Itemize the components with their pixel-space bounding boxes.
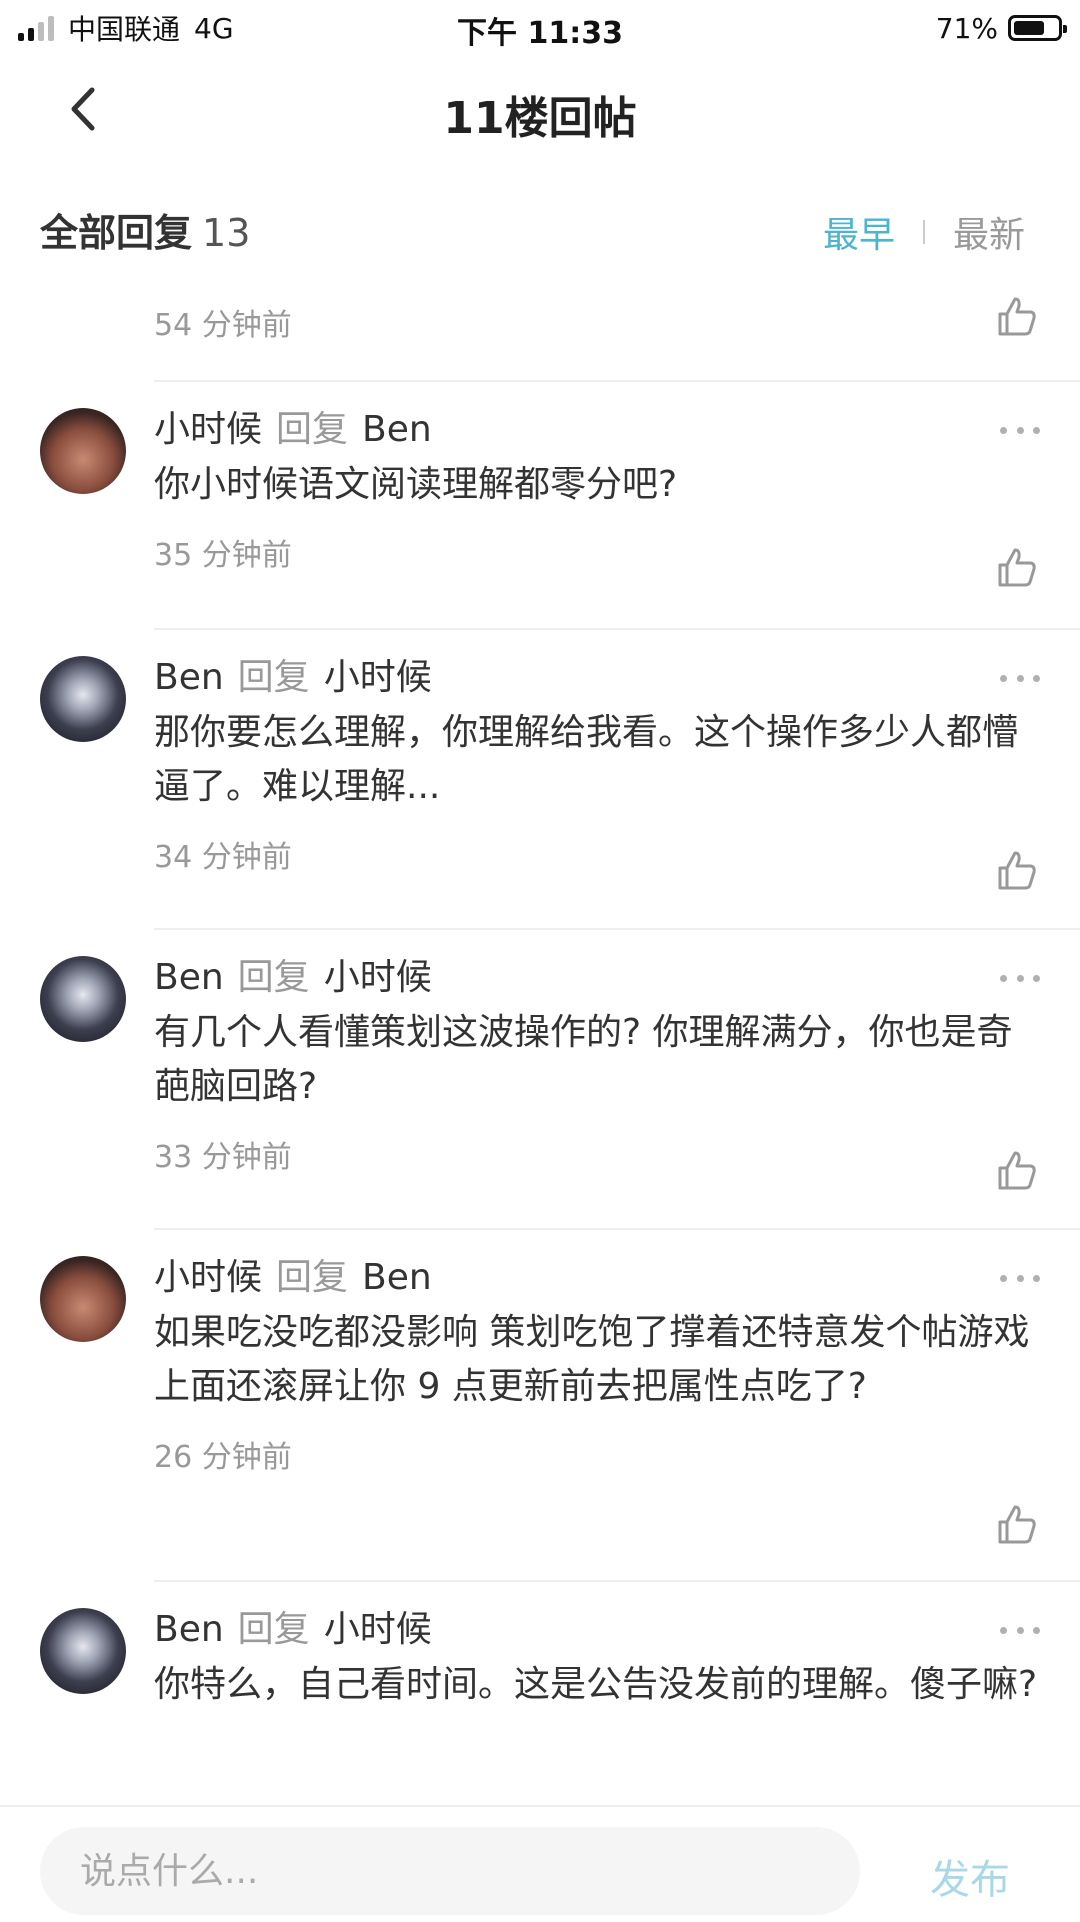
avatar[interactable] (40, 408, 126, 494)
page-title: 11楼回帖 (443, 93, 637, 144)
sort-latest-tab[interactable]: 最新 (953, 206, 1025, 258)
avatar[interactable] (40, 956, 126, 1042)
status-right: 71% (935, 8, 1067, 48)
sort-toggle: 最早 最新 (823, 206, 1025, 258)
avatar[interactable] (40, 1256, 126, 1342)
comment-author[interactable]: 小时候 (154, 1257, 262, 1298)
replies-title: 全部回复 (40, 211, 193, 255)
comment-author[interactable]: Ben (154, 1609, 224, 1650)
more-icon[interactable] (1000, 415, 1040, 445)
comment-time: 34 分钟前 (154, 840, 292, 875)
comment-time: 54 分钟前 (154, 308, 292, 343)
divider (154, 928, 1080, 930)
comment-time: 26 分钟前 (154, 1440, 292, 1475)
divider (154, 1580, 1080, 1582)
thumbs-up-icon[interactable] (994, 294, 1040, 340)
sort-divider (922, 220, 925, 244)
battery-percent: 71% (935, 11, 998, 45)
publish-button[interactable]: 发布 (930, 1847, 1010, 1905)
avatar[interactable] (40, 656, 126, 742)
replies-header: 全部回复 13 最早 最新 (0, 190, 1080, 260)
reply-bar: 发布 (0, 1805, 1080, 1922)
sort-earliest-tab[interactable]: 最早 (823, 206, 895, 258)
reply-target[interactable]: 小时候 (324, 1609, 432, 1650)
reply-target[interactable]: Ben (362, 1257, 432, 1298)
comment-text: 有几个人看懂策划这波操作的? 你理解满分，你也是奇葩脑回路? (154, 1012, 1013, 1107)
reply-input[interactable] (40, 1827, 860, 1915)
reply-word: 回复 (237, 1609, 310, 1650)
divider (154, 1228, 1080, 1230)
comment-text: 如果吃没吃都没影响 策划吃饱了撑着还特意发个帖游戏上面还滚屏让你 9 点更新前去… (154, 1312, 1030, 1407)
comment-header: Ben 回复 小时候 (154, 1608, 1040, 1652)
clock: 下午 11:33 (457, 16, 623, 51)
comment-author[interactable]: Ben (154, 657, 224, 698)
more-icon[interactable] (1000, 1615, 1040, 1645)
reply-word: 回复 (276, 409, 349, 450)
comment-author[interactable]: Ben (154, 957, 224, 998)
replies-label: 全部回复 13 (40, 202, 250, 257)
reply-target[interactable]: 小时候 (324, 957, 432, 998)
comment-author[interactable]: 小时候 (154, 409, 262, 450)
divider (154, 628, 1080, 630)
comment-text: 那你要怎么理解，你理解给我看。这个操作多少人都懵逼了。难以理解... (154, 712, 1019, 807)
comment-header: Ben 回复 小时候 (154, 956, 1040, 1000)
battery-icon (1008, 15, 1067, 41)
status-bar: 中国联通 4G 下午 11:33 71% (0, 0, 1080, 56)
reply-word: 回复 (237, 657, 310, 698)
comment-text: 你特么，自己看时间。这是公告没发前的理解。傻子嘛? (154, 1664, 1038, 1705)
comment-header: Ben 回复 小时候 (154, 656, 1040, 700)
thumbs-up-icon[interactable] (994, 545, 1040, 591)
more-icon[interactable] (1000, 963, 1040, 993)
replies-count: 13 (202, 211, 251, 255)
reply-target[interactable]: 小时候 (324, 657, 432, 698)
reply-word: 回复 (237, 957, 310, 998)
comment-header: 小时候 回复 Ben (154, 1256, 1040, 1300)
thumbs-up-icon[interactable] (994, 1502, 1040, 1548)
more-icon[interactable] (1000, 663, 1040, 693)
thumbs-up-icon[interactable] (994, 1148, 1040, 1194)
thumbs-up-icon[interactable] (994, 848, 1040, 894)
divider (154, 380, 1080, 382)
comment-time: 33 分钟前 (154, 1140, 292, 1175)
comment-header: 小时候 回复 Ben (154, 408, 1040, 452)
more-icon[interactable] (1000, 1263, 1040, 1293)
avatar[interactable] (40, 1608, 126, 1694)
nav-header: 11楼回帖 (0, 56, 1080, 166)
reply-word: 回复 (276, 1257, 349, 1298)
reply-target[interactable]: Ben (362, 409, 432, 450)
comment-text: 你小时候语文阅读理解都零分吧? (154, 464, 678, 505)
comment-time: 35 分钟前 (154, 538, 292, 573)
